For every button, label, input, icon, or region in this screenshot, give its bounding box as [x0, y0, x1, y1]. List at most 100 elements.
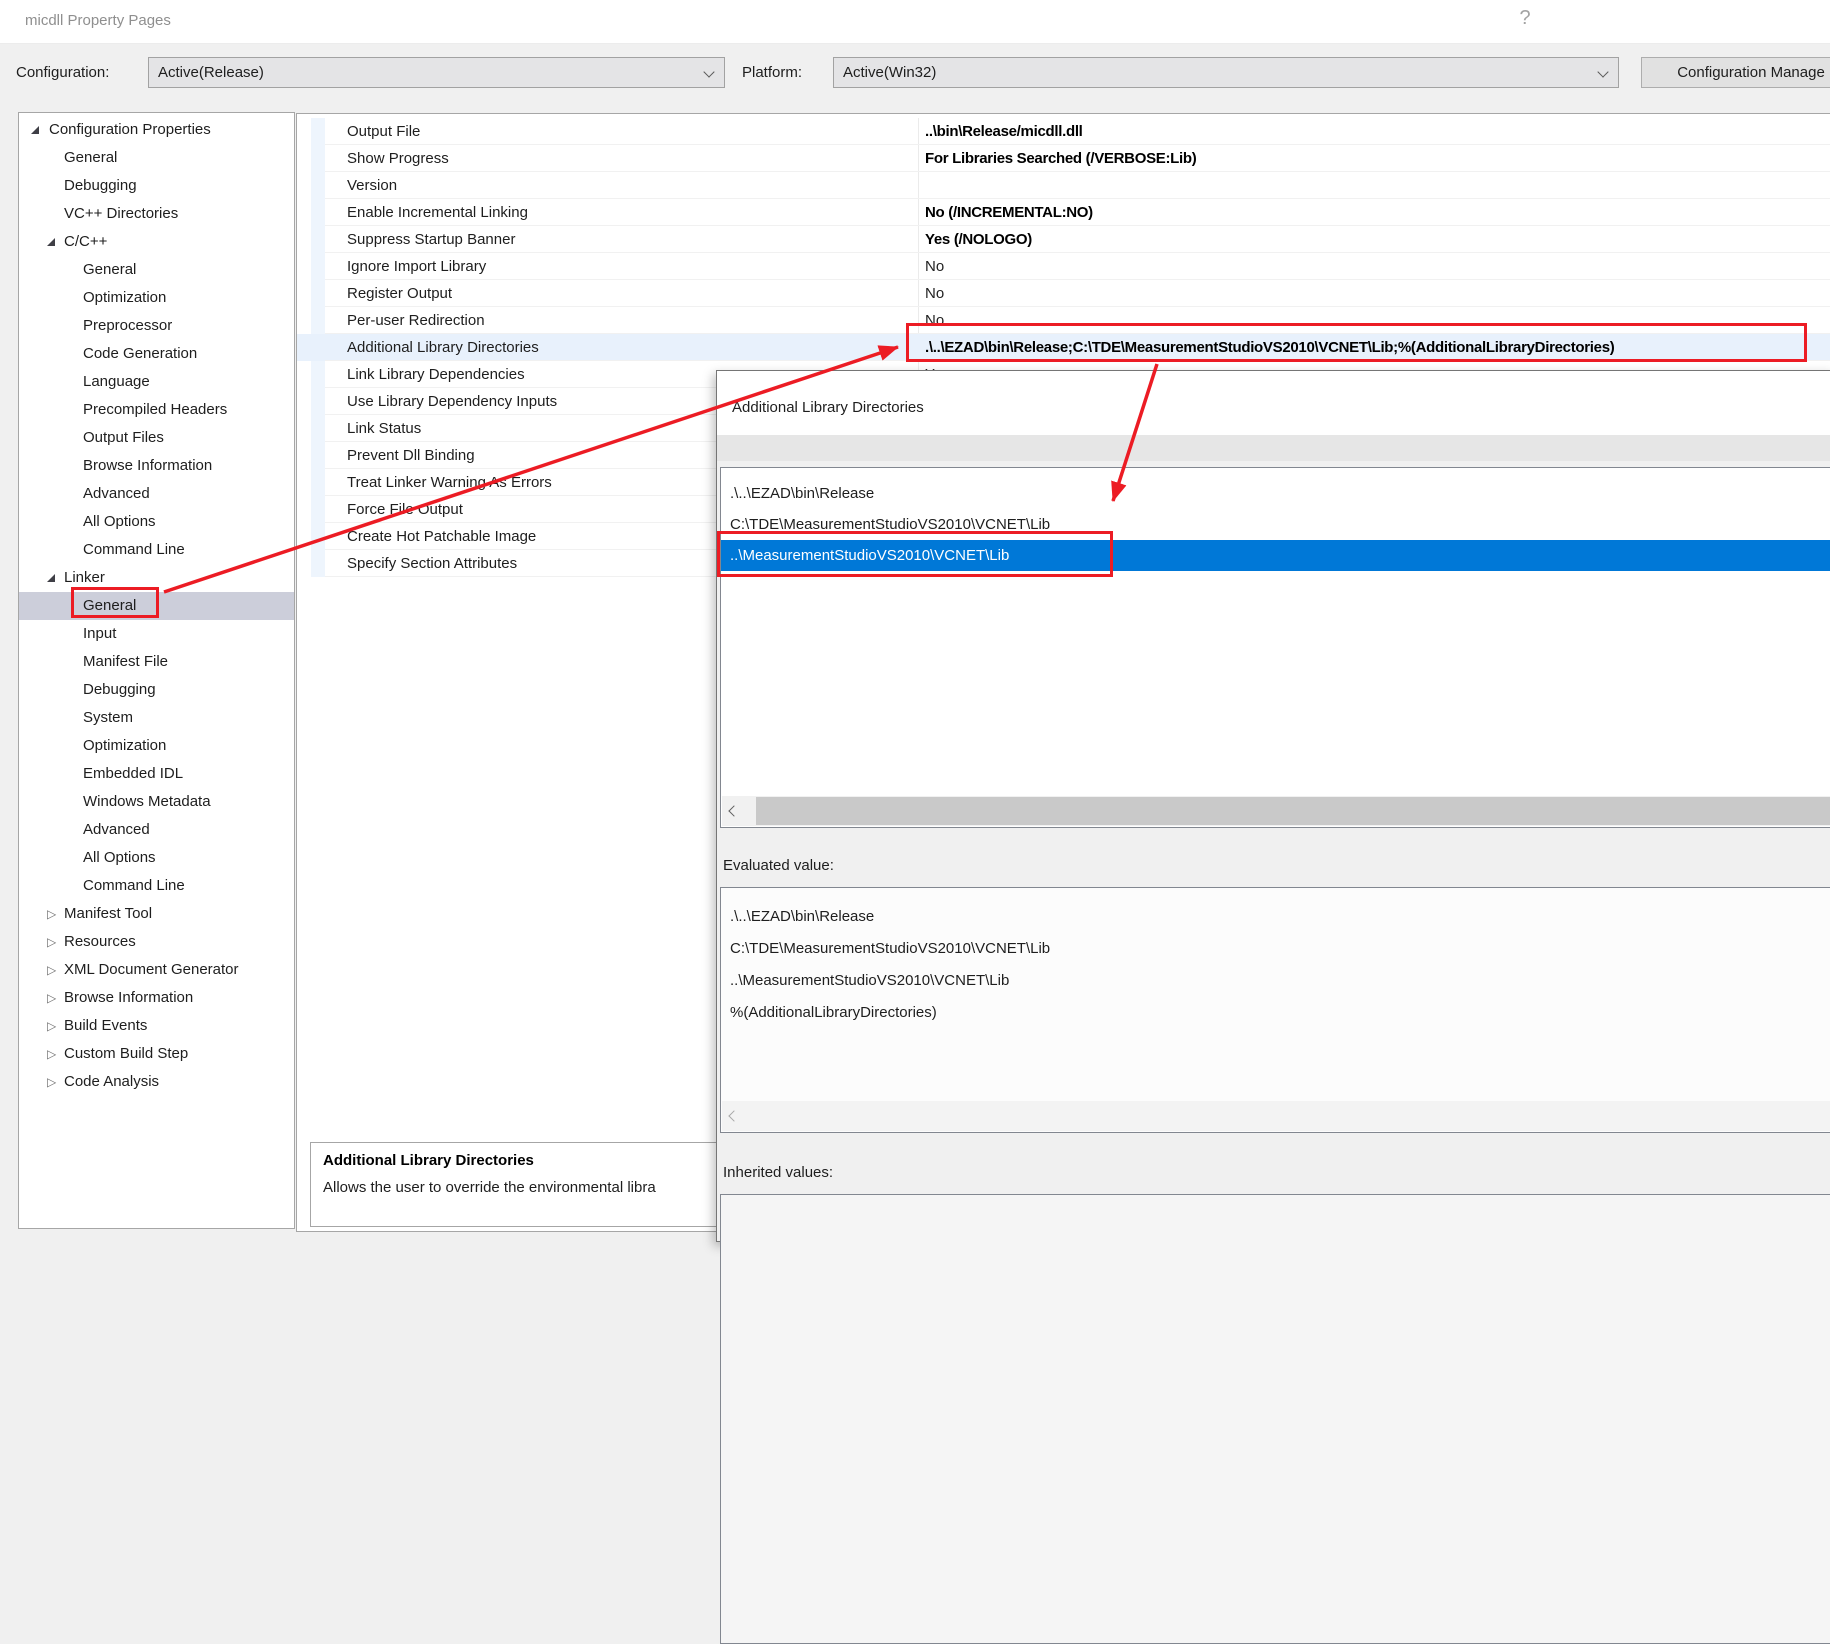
collapsed-arrow-icon[interactable]: ▷: [47, 928, 56, 956]
expanded-arrow-icon[interactable]: [31, 126, 39, 134]
directories-list: .\..\EZAD\bin\ReleaseC:\TDE\MeasurementS…: [720, 467, 1830, 828]
tree-item-build-events[interactable]: ▷ Build Events: [19, 1012, 294, 1040]
tree-item-manifest-tool[interactable]: ▷Manifest Tool: [19, 900, 294, 928]
property-value[interactable]: No: [925, 307, 944, 334]
property-row-register-output[interactable]: Register Output No: [297, 280, 1830, 307]
tree-item-browse-information[interactable]: ▷Browse Information: [19, 984, 294, 1012]
directory-list-item[interactable]: ..\MeasurementStudioVS2010\VCNET\Lib: [721, 540, 1830, 571]
tree-item-label: XML Document Generator: [64, 956, 239, 984]
collapsed-arrow-icon[interactable]: ▷: [47, 1068, 56, 1096]
property-row-output-file[interactable]: Output File ..\bin\Release/micdll.dll: [297, 118, 1830, 145]
inherited-values-box[interactable]: [720, 1194, 1830, 1644]
popup-header: Additional Library Directories: [717, 371, 1830, 435]
property-value[interactable]: For Libraries Searched (/VERBOSE:Lib): [925, 145, 1196, 172]
scroll-left-button[interactable]: [722, 1101, 744, 1131]
tree-item-windows-metadata[interactable]: Windows Metadata: [19, 788, 294, 816]
tree-item-label: VC++ Directories: [64, 200, 178, 228]
property-row-version[interactable]: Version: [297, 172, 1830, 199]
tree-item-all-options[interactable]: All Options: [19, 844, 294, 872]
configuration-manager-button[interactable]: Configuration Manage: [1641, 57, 1830, 88]
tree-item-resources[interactable]: ▷Resources: [19, 928, 294, 956]
tree-item-c-c-[interactable]: C/C++: [19, 228, 294, 256]
tree-item-general[interactable]: General: [19, 592, 294, 620]
property-value[interactable]: No (/INCREMENTAL:NO): [925, 199, 1093, 226]
scroll-left-button[interactable]: [722, 796, 744, 826]
tree-item-all-options[interactable]: All Options: [19, 508, 294, 536]
tree-item-code-generation[interactable]: Code Generation: [19, 340, 294, 368]
tree-item-label: Preprocessor: [83, 312, 172, 340]
property-name: Prevent Dll Binding: [347, 442, 475, 469]
tree-item-linker[interactable]: Linker: [19, 564, 294, 592]
directories-list-hscrollbar[interactable]: [722, 796, 1830, 826]
collapsed-arrow-icon[interactable]: ▷: [47, 1040, 56, 1068]
collapsed-arrow-icon[interactable]: ▷: [47, 956, 56, 984]
property-row-additional-library-directories[interactable]: Additional Library Directories.\..\EZAD\…: [297, 334, 1830, 361]
tree-item-label: Input: [83, 620, 116, 648]
tree-item-general[interactable]: General: [19, 256, 294, 284]
tree-item-label: Build Events: [64, 1012, 147, 1040]
tree-item-precompiled-headers[interactable]: Precompiled Headers: [19, 396, 294, 424]
platform-dropdown[interactable]: Active(Win32): [833, 57, 1619, 88]
tree-item-configuration-properties[interactable]: Configuration Properties: [19, 116, 294, 144]
directory-list-item[interactable]: .\..\EZAD\bin\Release: [721, 478, 1830, 509]
property-name: Register Output: [347, 280, 452, 307]
property-row-enable-incremental-linking[interactable]: Enable Incremental LinkingNo (/INCREMENT…: [297, 199, 1830, 226]
configuration-dropdown[interactable]: Active(Release): [148, 57, 725, 88]
tree-item-command-line[interactable]: Command Line: [19, 536, 294, 564]
property-row-per-user-redirection[interactable]: Per-user RedirectionNo: [297, 307, 1830, 334]
tree-item-output-files[interactable]: Output Files: [19, 424, 294, 452]
tree-item-label: Advanced: [83, 816, 150, 844]
tree-item-preprocessor[interactable]: Preprocessor: [19, 312, 294, 340]
property-value[interactable]: No: [925, 280, 944, 307]
tree-item-label: Advanced: [83, 480, 150, 508]
directories-list-rows: .\..\EZAD\bin\ReleaseC:\TDE\MeasurementS…: [721, 478, 1830, 571]
tree-item-advanced[interactable]: Advanced: [19, 480, 294, 508]
tree-item-label: Code Analysis: [64, 1068, 159, 1096]
scrollbar-thumb[interactable]: [756, 797, 1830, 825]
directory-list-item[interactable]: C:\TDE\MeasurementStudioVS2010\VCNET\Lib: [721, 509, 1830, 540]
property-row-ignore-import-library[interactable]: Ignore Import LibraryNo: [297, 253, 1830, 280]
expanded-arrow-icon[interactable]: [47, 238, 55, 246]
tree-item-manifest-file[interactable]: Manifest File: [19, 648, 294, 676]
tree-item-vc-directories[interactable]: VC++ Directories: [19, 200, 294, 228]
property-name: Show Progress: [347, 145, 449, 172]
tree-item-general[interactable]: General: [19, 144, 294, 172]
tree-item-optimization[interactable]: Optimization: [19, 732, 294, 760]
property-value[interactable]: ..\bin\Release/micdll.dll: [925, 118, 1083, 145]
tree-item-input[interactable]: Input: [19, 620, 294, 648]
tree-item-code-analysis[interactable]: ▷ Code Analysis: [19, 1068, 294, 1096]
chevron-down-icon: [703, 66, 714, 77]
tree-item-advanced[interactable]: Advanced: [19, 816, 294, 844]
property-row-show-progress[interactable]: Show Progress For Libraries Searched (/VE…: [297, 145, 1830, 172]
evaluated-value-box[interactable]: .\..\EZAD\bin\ReleaseC:\TDE\MeasurementS…: [720, 887, 1830, 1133]
tree-item-browse-information[interactable]: Browse Information: [19, 452, 294, 480]
property-row-suppress-startup-banner[interactable]: Suppress Startup BannerYes (/NOLOGO): [297, 226, 1830, 253]
configuration-tree: Configuration PropertiesGeneralDebugging…: [19, 116, 294, 1096]
property-value[interactable]: No: [925, 253, 944, 280]
tree-item-embedded-idl[interactable]: Embedded IDL: [19, 760, 294, 788]
tree-item-label: System: [83, 704, 133, 732]
tree-item-custom-build-step[interactable]: ▷Custom Build Step: [19, 1040, 294, 1068]
help-icon[interactable]: ?: [1513, 7, 1537, 30]
tree-item-command-line[interactable]: Command Line: [19, 872, 294, 900]
popup-toolbar: [717, 435, 1830, 461]
collapsed-arrow-icon[interactable]: ▷: [47, 900, 56, 928]
configuration-tree-panel: Configuration PropertiesGeneralDebugging…: [18, 112, 295, 1229]
property-value[interactable]: Yes (/NOLOGO): [925, 226, 1032, 253]
evaluated-value-label: Evaluated value:: [723, 857, 834, 874]
tree-item-system[interactable]: System: [19, 704, 294, 732]
collapsed-arrow-icon[interactable]: ▷: [47, 1012, 56, 1040]
expanded-arrow-icon[interactable]: [47, 574, 55, 582]
tree-item-language[interactable]: Language: [19, 368, 294, 396]
tree-item-label: Output Files: [83, 424, 164, 452]
tree-item-label: General: [83, 256, 136, 284]
tree-item-xml-document-generator[interactable]: ▷ XML Document Generator: [19, 956, 294, 984]
collapsed-arrow-icon[interactable]: ▷: [47, 984, 56, 1012]
property-name: Output File: [347, 118, 420, 145]
tree-item-debugging[interactable]: Debugging: [19, 676, 294, 704]
tree-item-debugging[interactable]: Debugging: [19, 172, 294, 200]
evaluated-value-hscrollbar[interactable]: [722, 1101, 1830, 1131]
property-value[interactable]: .\..\EZAD\bin\Release;C:\TDE\Measurement…: [925, 334, 1614, 361]
tree-item-optimization[interactable]: Optimization: [19, 284, 294, 312]
tree-item-label: Language: [83, 368, 150, 396]
